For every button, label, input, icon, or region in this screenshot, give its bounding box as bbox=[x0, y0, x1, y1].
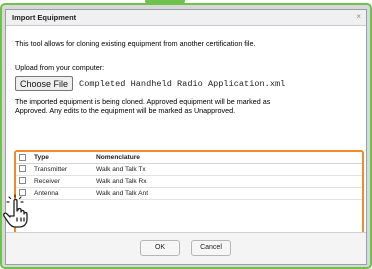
clone-note-line-2: Approved. Any edits to the equipment wil… bbox=[15, 106, 236, 115]
nomenclature-cell: Walk and Talk Rx bbox=[93, 175, 362, 188]
import-equipment-dialog: Import Equipment × This tool allows for … bbox=[5, 9, 367, 265]
table-header-row: Type Nomenclature bbox=[16, 152, 362, 164]
table-row[interactable]: Antenna Walk and Talk Ant bbox=[16, 187, 362, 200]
column-header-nomenclature[interactable]: Nomenclature bbox=[93, 152, 362, 164]
dialog-footer: OK Cancel bbox=[6, 232, 366, 264]
ok-button[interactable]: OK bbox=[140, 240, 180, 256]
type-cell: Transmitter bbox=[31, 163, 93, 176]
upload-label: Upload from your computer: bbox=[15, 63, 105, 72]
nomenclature-cell: Walk and Talk Tx bbox=[93, 163, 362, 176]
close-icon[interactable]: × bbox=[356, 12, 361, 21]
type-cell: Receiver bbox=[31, 175, 93, 188]
equipment-table: Type Nomenclature Transmitter Walk and T… bbox=[16, 152, 362, 200]
clone-note-line-1: The imported equipment is being cloned. … bbox=[15, 97, 271, 106]
choose-file-button[interactable]: Choose File bbox=[15, 76, 74, 91]
row-checkbox-cell bbox=[16, 163, 31, 176]
column-header-type[interactable]: Type bbox=[31, 152, 93, 164]
equipment-table-highlight: Type Nomenclature Transmitter Walk and T… bbox=[14, 150, 364, 240]
dialog-titlebar: Import Equipment × bbox=[6, 10, 366, 26]
intro-text: This tool allows for cloning existing eq… bbox=[15, 39, 256, 48]
selected-file-name: Completed Handheld Radio Application.xml bbox=[79, 78, 286, 89]
screenshot-frame: Import Equipment × This tool allows for … bbox=[0, 3, 372, 269]
dialog-title: Import Equipment bbox=[12, 13, 77, 22]
table-row[interactable]: Transmitter Walk and Talk Tx bbox=[16, 163, 362, 176]
select-all-cell bbox=[16, 152, 31, 164]
hand-pointer-icon bbox=[3, 194, 28, 228]
row-checkbox[interactable] bbox=[19, 165, 26, 173]
select-all-checkbox[interactable] bbox=[19, 153, 26, 161]
clone-note: The imported equipment is being cloned. … bbox=[15, 97, 360, 115]
nomenclature-cell: Walk and Talk Ant bbox=[93, 187, 362, 200]
row-checkbox[interactable] bbox=[19, 177, 26, 185]
cancel-button[interactable]: Cancel bbox=[191, 240, 231, 256]
type-cell: Antenna bbox=[31, 187, 93, 200]
table-row[interactable]: Receiver Walk and Talk Rx bbox=[16, 175, 362, 188]
file-input-row: Choose File Completed Handheld Radio App… bbox=[15, 76, 285, 91]
row-checkbox-cell bbox=[16, 175, 31, 188]
